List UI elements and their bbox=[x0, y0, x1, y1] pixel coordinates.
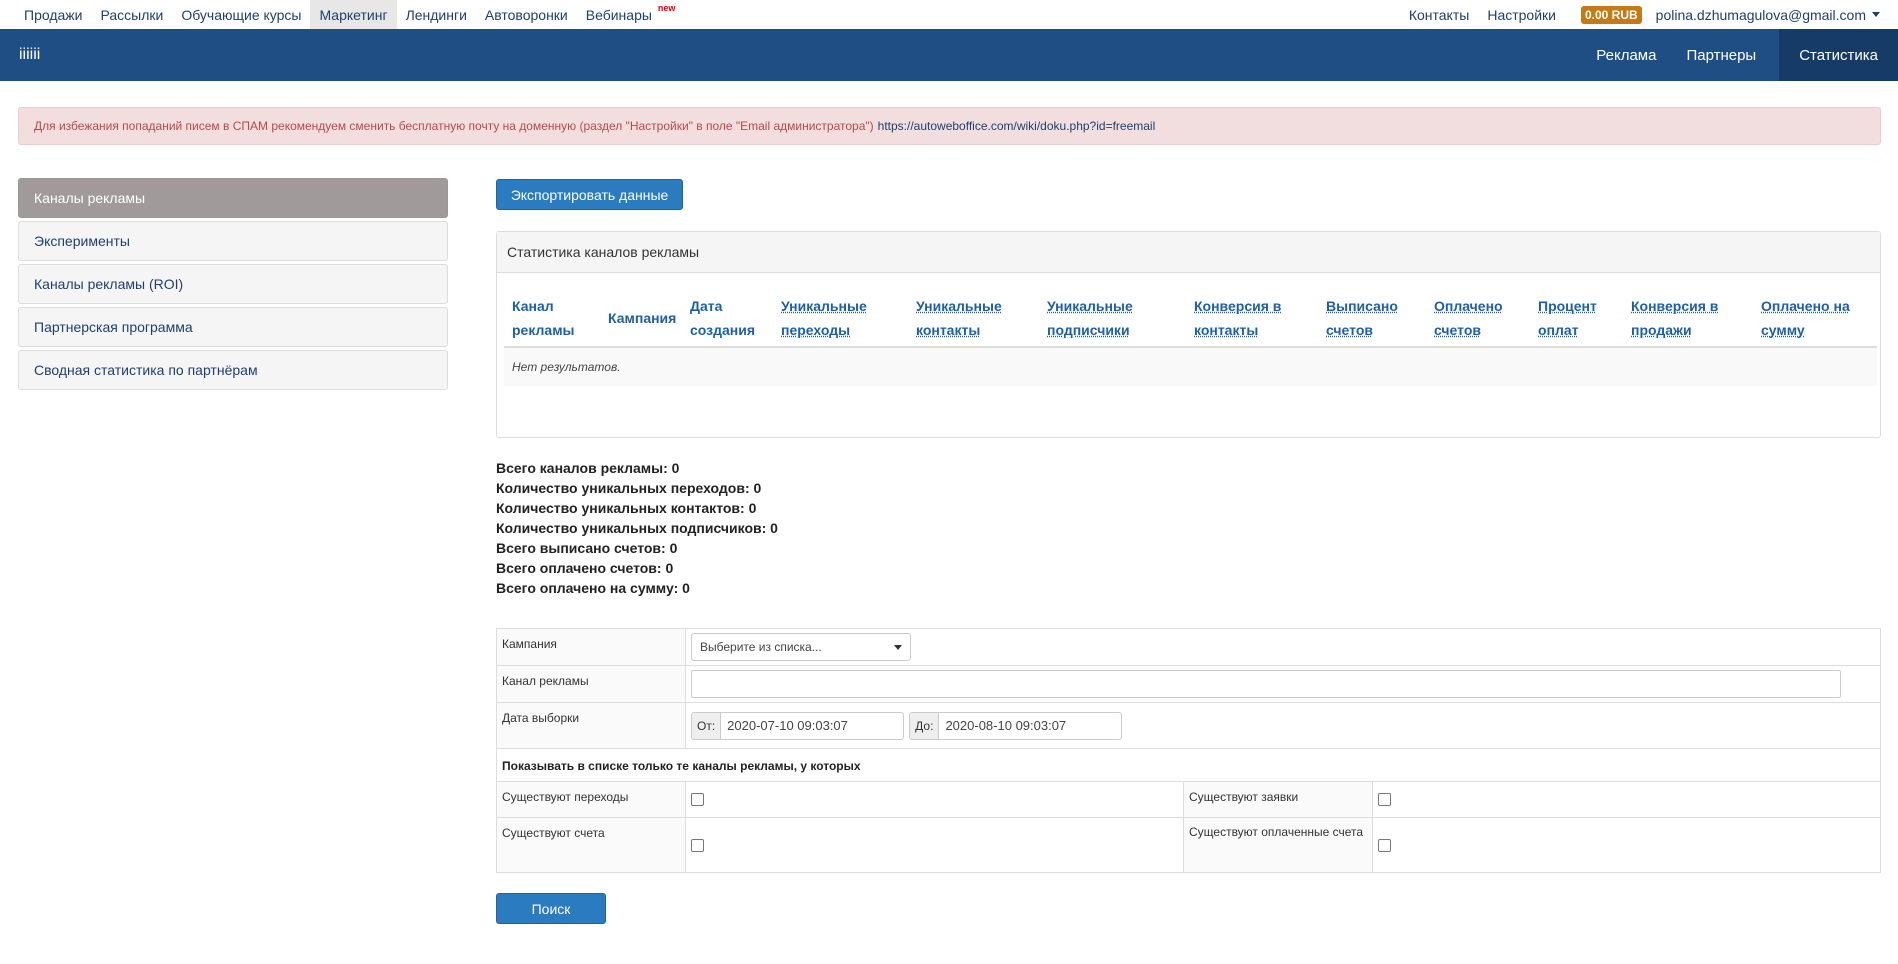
sidebar-item-ad-channels-roi[interactable]: Каналы рекламы (ROI) bbox=[18, 264, 448, 304]
panel-title: Статистика каналов рекламы bbox=[497, 232, 1880, 273]
has-clicks-label: Существуют переходы bbox=[497, 782, 686, 817]
sidebar-item-ad-channels[interactable]: Каналы рекламы bbox=[18, 178, 448, 218]
column-header-invoices[interactable]: Выписано счетов bbox=[1326, 294, 1398, 342]
stats-table: Канал рекламы Кампания Дата создания Уника… bbox=[504, 292, 1877, 386]
stats-panel: Статистика каналов рекламы Канал рекламы … bbox=[496, 231, 1881, 438]
column-header-created[interactable]: Дата создания bbox=[690, 294, 755, 342]
summary-line: Всего оплачено счетов: 0 bbox=[496, 560, 674, 576]
date-from-input[interactable]: 2020-07-10 09:03:07 bbox=[720, 711, 905, 740]
top-nav-right: Контакты Настройки 0.00 RUB polina.dzhum… bbox=[1400, 0, 1880, 29]
section-tab-partners[interactable]: Партнеры bbox=[1671, 29, 1771, 81]
top-navbar: Продажи Рассылки Обучающие курсы Маркети… bbox=[0, 0, 1898, 29]
nav-contacts[interactable]: Контакты bbox=[1400, 0, 1478, 29]
campaign-select[interactable]: Выберите из списка... bbox=[691, 633, 911, 661]
balance-badge[interactable]: 0.00 RUB bbox=[1580, 5, 1642, 24]
summary-line: Количество уникальных переходов: 0 bbox=[496, 480, 762, 496]
has-invoices-checkbox[interactable] bbox=[691, 838, 704, 852]
summary-totals: Всего каналов рекламы: 0 Количество уник… bbox=[496, 458, 778, 598]
date-to-label: До: bbox=[909, 711, 939, 740]
date-to-group: До: 2020-08-10 09:03:07 bbox=[909, 711, 1123, 740]
date-from-label: От: bbox=[691, 711, 721, 740]
search-button[interactable]: Поиск bbox=[496, 893, 606, 924]
has-paid-invoices-label: Существуют оплаченные счета bbox=[1184, 818, 1373, 872]
nav-courses[interactable]: Обучающие курсы bbox=[172, 0, 310, 29]
filter-row-channel: Канал рекламы bbox=[497, 666, 1880, 703]
section-nav: Реклама Партнеры Статистика bbox=[1581, 29, 1898, 81]
date-to-input[interactable]: 2020-08-10 09:03:07 bbox=[938, 711, 1123, 740]
column-header-campaign[interactable]: Кампания bbox=[608, 306, 676, 330]
empty-results-row: Нет результатов. bbox=[504, 348, 1877, 386]
has-invoices-label: Существуют счета bbox=[497, 818, 686, 872]
column-header-unique-clicks[interactable]: Уникальные переходы bbox=[781, 294, 867, 342]
filter-row-date: Дата выборки От: 2020-07-10 09:03:07 До:… bbox=[497, 703, 1880, 749]
brand[interactable]: iiiiii bbox=[19, 46, 40, 64]
summary-line: Всего оплачено на сумму: 0 bbox=[496, 580, 690, 596]
spam-warning-alert: Для избежания попаданий писем в СПАМ рек… bbox=[18, 107, 1881, 145]
column-header-paid-sum[interactable]: Оплачено на сумму bbox=[1761, 294, 1850, 342]
has-clicks-checkbox[interactable] bbox=[691, 793, 704, 806]
user-menu[interactable]: polina.dzhumagulova@gmail.com bbox=[1656, 0, 1880, 29]
campaign-select-value: Выберите из списка... bbox=[700, 640, 822, 654]
column-header-unique-subscribers[interactable]: Уникальные подписчики bbox=[1047, 294, 1133, 342]
chevron-down-icon bbox=[894, 644, 902, 650]
top-nav-menu: Продажи Рассылки Обучающие курсы Маркети… bbox=[15, 0, 684, 29]
filter-row-campaign: Кампания Выберите из списка... bbox=[497, 629, 1880, 666]
new-badge: new bbox=[657, 2, 676, 13]
nav-funnels[interactable]: Автоворонки bbox=[476, 0, 577, 29]
show-only-heading: Показывать в списке только те каналы рек… bbox=[502, 759, 861, 773]
column-header-channel[interactable]: Канал рекламы bbox=[512, 294, 575, 342]
section-tab-ads[interactable]: Реклама bbox=[1581, 29, 1671, 81]
nav-webinars-label: Вебинары bbox=[585, 6, 652, 23]
has-paid-invoices-checkbox[interactable] bbox=[1378, 838, 1391, 852]
nav-marketing[interactable]: Маркетинг bbox=[310, 0, 397, 29]
date-label: Дата выборки bbox=[497, 703, 686, 748]
filter-row-checks-2: Существуют счета Существуют оплаченные с… bbox=[497, 818, 1880, 872]
has-requests-checkbox[interactable] bbox=[1378, 793, 1391, 806]
user-email: polina.dzhumagulova@gmail.com bbox=[1655, 6, 1866, 23]
summary-line: Всего каналов рекламы: 0 bbox=[496, 460, 680, 476]
sidebar-item-experiments[interactable]: Эксперименты bbox=[18, 221, 448, 261]
column-header-conv-sales[interactable]: Конверсия в продажи bbox=[1631, 294, 1718, 342]
section-tab-statistics[interactable]: Статистика bbox=[1779, 29, 1898, 81]
filter-row-header: Показывать в списке только те каналы рек… bbox=[497, 749, 1880, 782]
export-data-button[interactable]: Экспортировать данные bbox=[496, 179, 683, 210]
nav-settings[interactable]: Настройки bbox=[1478, 0, 1565, 29]
summary-line: Количество уникальных подписчиков: 0 bbox=[496, 520, 778, 536]
caret-down-icon bbox=[1872, 12, 1880, 17]
alert-text: Для избежания попаданий писем в СПАМ рек… bbox=[34, 119, 874, 133]
alert-link[interactable]: https://autoweboffice.com/wiki/doku.php?… bbox=[878, 119, 1156, 133]
section-navbar: iiiiii Реклама Партнеры Статистика bbox=[0, 29, 1898, 81]
sidebar: Каналы рекламы Эксперименты Каналы рекла… bbox=[18, 178, 448, 393]
column-header-conv-contacts[interactable]: Конверсия в контакты bbox=[1194, 294, 1281, 342]
nav-webinars[interactable]: Вебинары new bbox=[577, 0, 685, 29]
filter-row-checks-1: Существуют переходы Существуют заявки bbox=[497, 782, 1880, 818]
nav-mailings[interactable]: Рассылки bbox=[91, 0, 172, 29]
column-header-unique-contacts[interactable]: Уникальные контакты bbox=[916, 294, 1002, 342]
summary-line: Количество уникальных контактов: 0 bbox=[496, 500, 757, 516]
date-from-group: От: 2020-07-10 09:03:07 bbox=[691, 711, 905, 740]
nav-landings[interactable]: Лендинги bbox=[397, 0, 476, 29]
filter-form: Кампания Выберите из списка... Канал рек… bbox=[496, 628, 1881, 873]
has-requests-label: Существуют заявки bbox=[1184, 782, 1373, 817]
column-header-paid[interactable]: Оплачено счетов bbox=[1434, 294, 1503, 342]
campaign-label: Кампания bbox=[497, 629, 686, 665]
sidebar-item-partner-stats[interactable]: Сводная статистика по партнёрам bbox=[18, 350, 448, 390]
summary-line: Всего выписано счетов: 0 bbox=[496, 540, 678, 556]
channel-input[interactable] bbox=[691, 670, 1841, 698]
column-header-pay-percent[interactable]: Процент оплат bbox=[1538, 294, 1597, 342]
channel-label: Канал рекламы bbox=[497, 666, 686, 702]
table-header: Канал рекламы Кампания Дата создания Уника… bbox=[504, 292, 1877, 348]
nav-sales[interactable]: Продажи bbox=[15, 0, 91, 29]
sidebar-item-partner-program[interactable]: Партнерская программа bbox=[18, 307, 448, 347]
